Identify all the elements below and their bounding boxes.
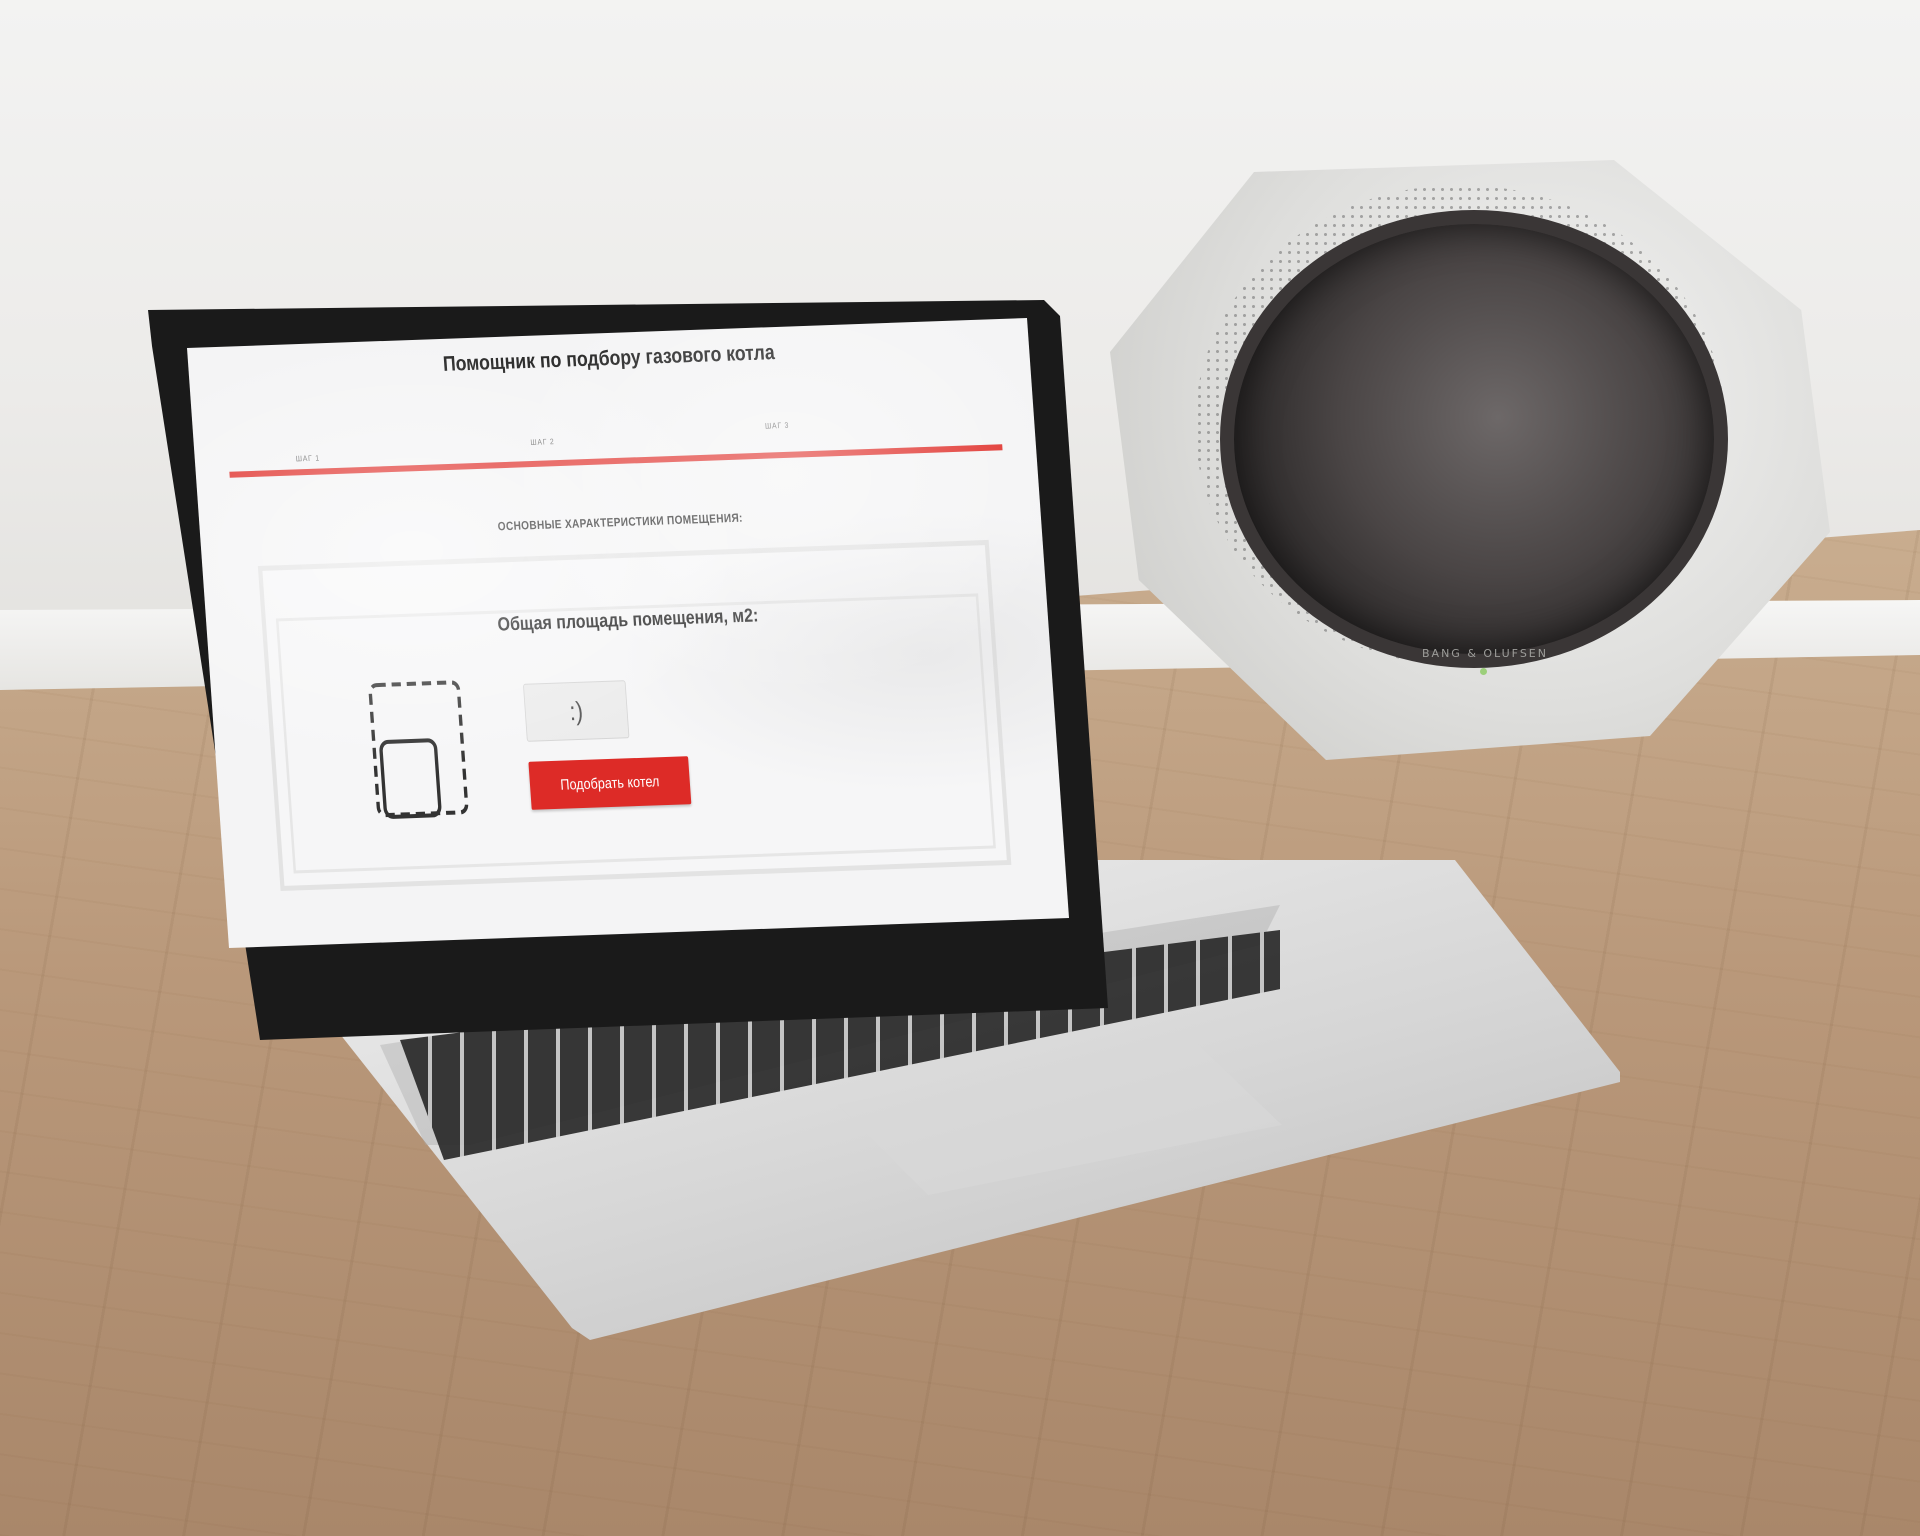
speaker-woofer — [1220, 210, 1728, 668]
step-2-label[interactable]: ШАГ 2 — [530, 437, 555, 447]
speaker-brand-logo: BANG & OLUFSEN — [1422, 647, 1548, 660]
submit-button[interactable]: Подобрать котел — [528, 756, 692, 810]
room-area-icon — [368, 680, 469, 819]
progress-track — [229, 444, 1003, 478]
speaker-led — [1480, 668, 1487, 675]
area-card: Общая площадь помещения, м2: :) Подобрат… — [257, 539, 1012, 892]
step-3-label[interactable]: ШАГ 3 — [765, 421, 790, 431]
step-progress: ШАГ 1 ШАГ 2 ШАГ 3 — [227, 411, 1003, 479]
speaker: BANG & OLUFSEN — [1110, 160, 1830, 760]
step-1-label[interactable]: ШАГ 1 — [296, 454, 321, 464]
photo-scene: BANG & OLUFSEN Помощник по подбору газов… — [0, 0, 1920, 1536]
area-input[interactable]: :) — [522, 680, 630, 742]
progress-fill — [229, 444, 1003, 478]
section-heading: ОСНОВНЫЕ ХАРАКТЕРИСТИКИ ПОМЕЩЕНИЯ: — [497, 510, 744, 534]
laptop-screen: Помощник по подбору газового котла ШАГ 1… — [187, 318, 1069, 948]
